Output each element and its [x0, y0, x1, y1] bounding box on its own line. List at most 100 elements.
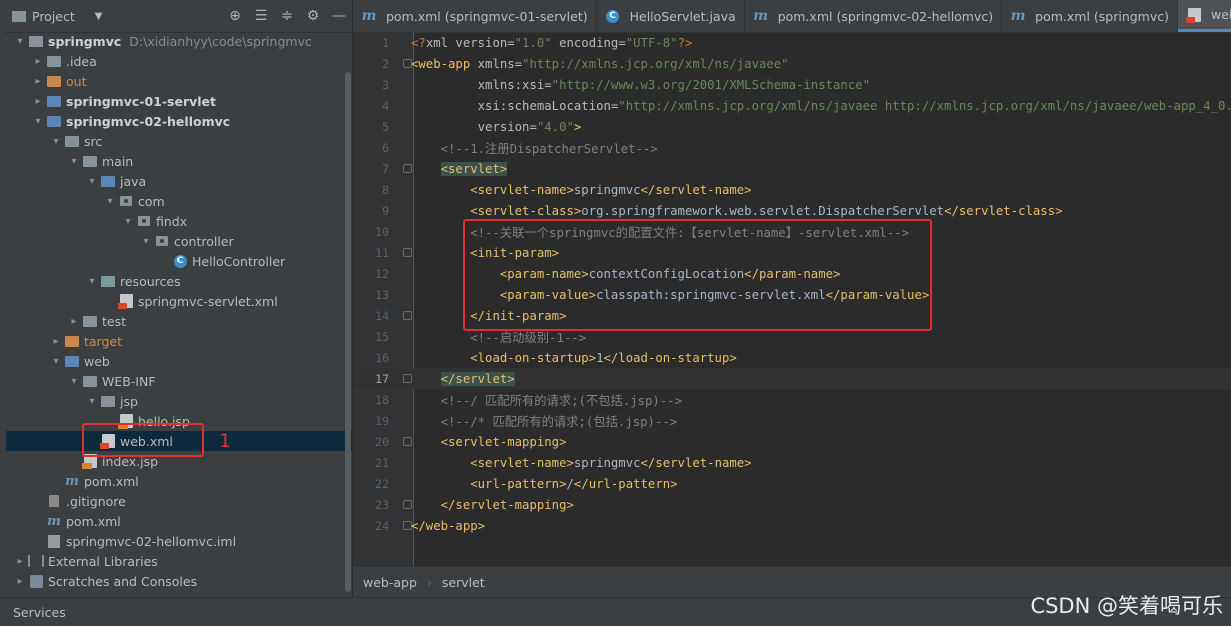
chevron-right-icon[interactable]: ▸: [30, 76, 46, 87]
code-token: 1: [596, 350, 604, 365]
chevron-right-icon[interactable]: ▸: [12, 556, 28, 567]
tree-item[interactable]: C HelloController: [6, 251, 352, 271]
fold-marker-icon[interactable]: [403, 437, 412, 446]
folder-icon: [46, 54, 62, 68]
code-line[interactable]: 24 </web-app>: [353, 515, 1231, 536]
tree-item[interactable]: ▾ web: [6, 351, 352, 371]
chevron-down-icon[interactable]: ▾: [84, 276, 100, 287]
collapse-all-icon[interactable]: ≑: [274, 5, 300, 27]
tree-item[interactable]: springmvc-servlet.xml: [6, 291, 352, 311]
breadcrumb-item[interactable]: web-app: [363, 575, 417, 590]
tree-item[interactable]: ▸ springmvc-01-servlet: [6, 91, 352, 111]
fold-marker-icon[interactable]: [403, 311, 412, 320]
code-line[interactable]: 21 <servlet-name>springmvc</servlet-name…: [353, 452, 1231, 473]
expand-all-icon[interactable]: ☰: [248, 5, 274, 27]
code-line[interactable]: 4 xsi:schemaLocation="http://xmlns.jcp.o…: [353, 95, 1231, 116]
editor-tab[interactable]: C HelloServlet.java: [597, 0, 745, 32]
chevron-down-icon[interactable]: ▾: [48, 136, 64, 147]
chevron-right-icon[interactable]: ▸: [30, 56, 46, 67]
services-tool-button[interactable]: Services: [13, 605, 66, 620]
chevron-right-icon[interactable]: ▸: [30, 96, 46, 107]
code-line[interactable]: 19 <!--/* 匹配所有的请求;(包括.jsp)-->: [353, 410, 1231, 431]
code-line[interactable]: 6 <!--1.注册DispatcherServlet-->: [353, 137, 1231, 158]
code-line[interactable]: 1 <?xml version="1.0" encoding="UTF-8"?>: [353, 32, 1231, 53]
chevron-down-icon[interactable]: ▾: [84, 176, 100, 187]
tree-item[interactable]: springmvc-02-hellomvc.iml: [6, 531, 352, 551]
code-line[interactable]: 17 </servlet>: [353, 368, 1231, 389]
tree-item[interactable]: ▾ springmvc D:\xidianhyy\code\springmvc: [6, 31, 352, 51]
tree-item[interactable]: ▸ target: [6, 331, 352, 351]
tree-item[interactable]: ▸ Scratches and Consoles: [6, 571, 352, 591]
editor-tab[interactable]: web.xml: [1178, 0, 1231, 32]
tree-item[interactable]: ▾ com: [6, 191, 352, 211]
fold-marker-icon[interactable]: [403, 500, 412, 509]
chevron-down-icon[interactable]: ▾: [84, 396, 100, 407]
fold-marker-icon[interactable]: [403, 59, 412, 68]
chevron-down-icon[interactable]: ▾: [120, 216, 136, 227]
tree-item[interactable]: ▾ controller: [6, 231, 352, 251]
chevron-down-icon[interactable]: ▾: [12, 36, 28, 47]
code-token: "http://www.w3.org/2001/XMLSchema-instan…: [551, 77, 871, 92]
tree-item[interactable]: ▾ java: [6, 171, 352, 191]
excluded-folder-icon: [46, 74, 62, 88]
fold-marker-icon[interactable]: [403, 374, 412, 383]
project-scrollbar[interactable]: [344, 32, 352, 597]
package-icon: [118, 194, 134, 208]
tree-item[interactable]: ▾ main: [6, 151, 352, 171]
tree-item[interactable]: ▾ WEB-INF: [6, 371, 352, 391]
code-line[interactable]: 9 <servlet-class>org.springframework.web…: [353, 200, 1231, 221]
fold-marker-icon[interactable]: [403, 248, 412, 257]
editor-tab-label: pom.xml (springmvc-01-servlet): [386, 8, 588, 24]
fold-marker-icon[interactable]: [403, 164, 412, 173]
chevron-right-icon[interactable]: ▸: [12, 576, 28, 587]
code-line[interactable]: 7 <servlet>: [353, 158, 1231, 179]
project-view-selector[interactable]: Project ▼: [12, 9, 102, 24]
hide-icon[interactable]: —: [326, 5, 352, 27]
tree-item[interactable]: .gitignore: [6, 491, 352, 511]
tree-item[interactable]: m pom.xml: [6, 471, 352, 491]
gear-icon[interactable]: ⚙: [300, 5, 326, 27]
tree-item[interactable]: ▾ springmvc-02-hellomvc: [6, 111, 352, 131]
line-number: 10: [375, 224, 389, 239]
chevron-down-icon[interactable]: ▾: [30, 116, 46, 127]
tree-item[interactable]: ▸ out: [6, 71, 352, 91]
editor-tab[interactable]: m pom.xml (springmvc): [1002, 0, 1179, 32]
code-line[interactable]: 2 <web-app xmlns="http://xmlns.jcp.org/xm…: [353, 53, 1231, 74]
tree-item[interactable]: ▸ .idea: [6, 51, 352, 71]
editor-tab[interactable]: m pom.xml (springmvc-02-hellomvc): [745, 0, 1003, 32]
tree-item[interactable]: ▾ resources: [6, 271, 352, 291]
code-line[interactable]: 20 <servlet-mapping>: [353, 431, 1231, 452]
code-token: </servlet-mapping>: [440, 497, 574, 512]
code-token: >: [573, 119, 582, 134]
code-line[interactable]: 23 </servlet-mapping>: [353, 494, 1231, 515]
locate-icon[interactable]: ⊕: [222, 5, 248, 27]
code-line[interactable]: 18 <!--/ 匹配所有的请求;(不包括.jsp)-->: [353, 389, 1231, 410]
chevron-down-icon[interactable]: ▾: [138, 236, 154, 247]
chevron-down-icon[interactable]: ▾: [102, 196, 118, 207]
code-token: </web-app>: [411, 518, 486, 533]
tree-item[interactable]: ▾ jsp: [6, 391, 352, 411]
chevron-down-icon[interactable]: ▾: [66, 376, 82, 387]
fold-marker-icon[interactable]: [403, 521, 412, 530]
tree-item[interactable]: ▾ findx: [6, 211, 352, 231]
code-line[interactable]: 5 version="4.0">: [353, 116, 1231, 137]
code-line[interactable]: 16 <load-on-startup>1</load-on-startup>: [353, 347, 1231, 368]
chevron-right-icon[interactable]: ▸: [48, 336, 64, 347]
code-line[interactable]: 3 xmlns:xsi="http://www.w3.org/2001/XMLS…: [353, 74, 1231, 95]
editor-tabs: m pom.xml (springmvc-01-servlet) C HelloSer…: [353, 0, 1231, 33]
code-line[interactable]: 22 <url-pattern>/</url-pattern>: [353, 473, 1231, 494]
chevron-down-icon[interactable]: ▾: [48, 356, 64, 367]
tree-item[interactable]: ▾ src: [6, 131, 352, 151]
tree-item-label: main: [102, 153, 134, 169]
chevron-right-icon[interactable]: ▸: [66, 316, 82, 327]
tree-item[interactable]: m pom.xml: [6, 511, 352, 531]
editor-tab[interactable]: m pom.xml (springmvc-01-servlet): [353, 0, 597, 32]
code-token: <?: [411, 35, 426, 50]
chevron-down-icon[interactable]: ▾: [66, 156, 82, 167]
code-token: <!--/ 匹配所有的请求;(不包括.jsp)-->: [440, 393, 683, 408]
tree-item[interactable]: ▸ External Libraries: [6, 551, 352, 571]
tree-item-label: HelloController: [192, 253, 286, 269]
tree-item[interactable]: ▸ test: [6, 311, 352, 331]
breadcrumb-item[interactable]: servlet: [442, 575, 485, 590]
code-line[interactable]: 8 <servlet-name>springmvc</servlet-name>: [353, 179, 1231, 200]
